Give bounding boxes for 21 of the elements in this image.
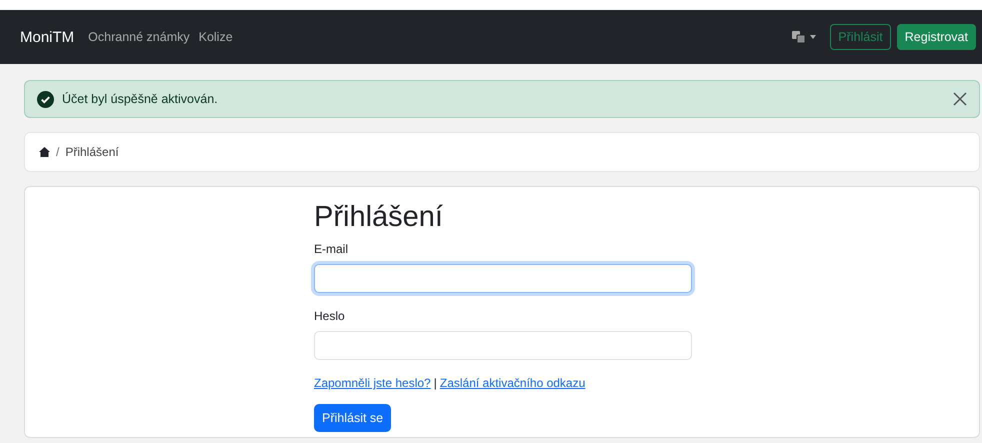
alert-message: Účet byl úspěšně aktivován. bbox=[62, 92, 219, 106]
language-dropdown[interactable] bbox=[792, 30, 816, 44]
register-button[interactable]: Registrovat bbox=[896, 24, 976, 50]
breadcrumb-separator: / bbox=[56, 145, 60, 159]
forgot-password-link[interactable]: Zapomněli jste heslo? bbox=[314, 376, 431, 390]
nav-link[interactable]: Kolize bbox=[198, 30, 233, 44]
activation-link[interactable]: Zaslání aktivačního odkazu bbox=[440, 376, 586, 390]
field-label: Heslo bbox=[314, 309, 346, 323]
login-button[interactable]: Přihlásit bbox=[830, 24, 891, 50]
caret-icon bbox=[810, 35, 816, 39]
field-label: E-mail bbox=[314, 242, 350, 256]
input-field[interactable] bbox=[314, 264, 692, 293]
brand-logo[interactable]: MoniTM bbox=[20, 28, 74, 46]
nav-link[interactable]: Ochranné známky bbox=[88, 30, 190, 44]
close-button[interactable] bbox=[953, 92, 967, 106]
link-separator: | bbox=[434, 376, 437, 390]
breadcrumb-current: Přihlášení bbox=[65, 145, 119, 159]
page-title: Přihlášení bbox=[314, 201, 444, 234]
submit-button[interactable]: Přihlásit se bbox=[314, 404, 392, 432]
home-icon[interactable] bbox=[39, 147, 50, 157]
check-circle-icon bbox=[37, 90, 54, 108]
